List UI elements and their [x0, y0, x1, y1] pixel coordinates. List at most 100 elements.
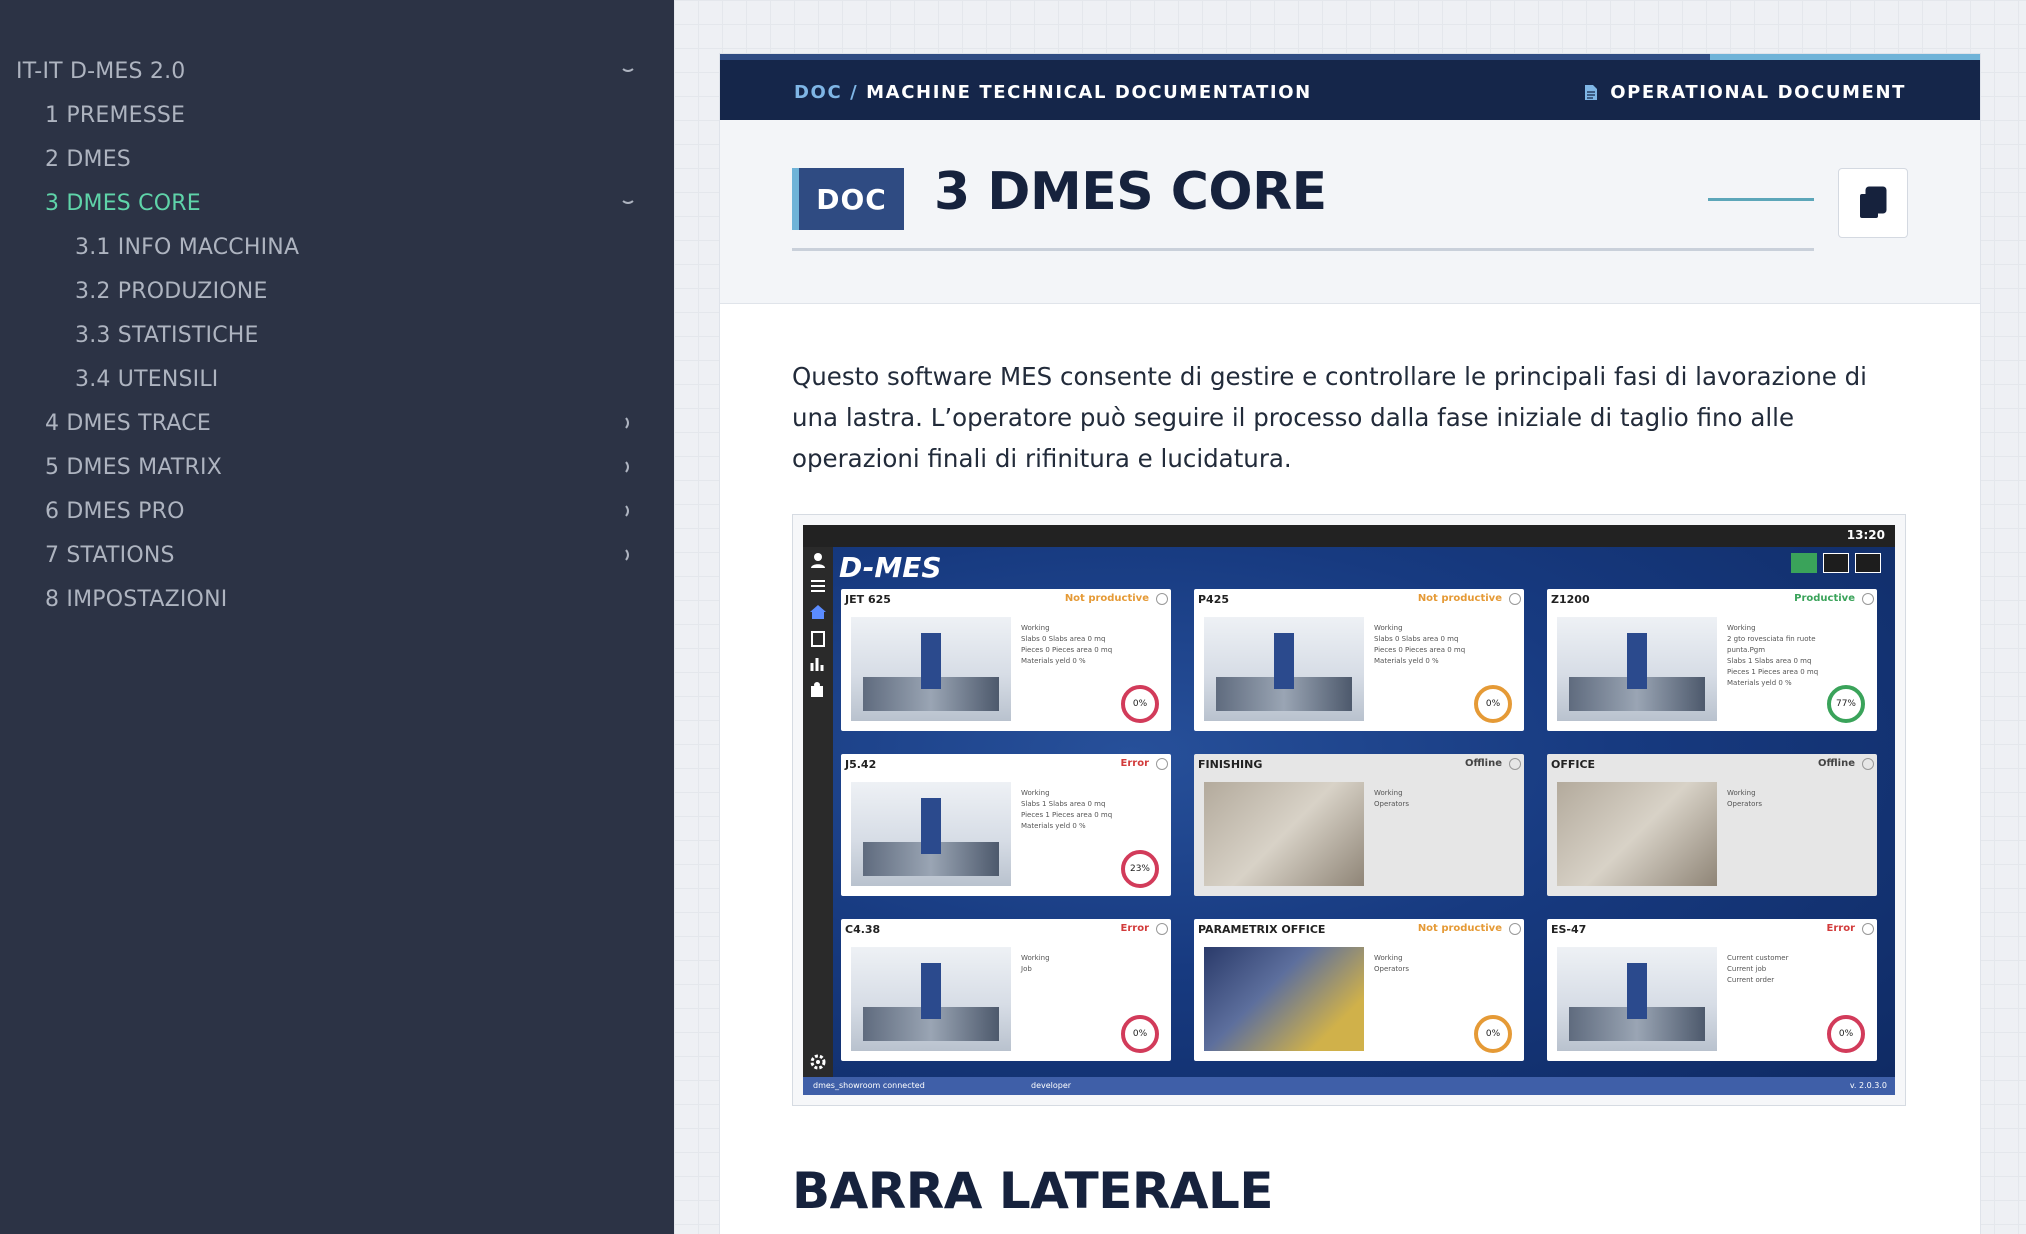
page-title: 3 DMES CORE: [934, 162, 1327, 222]
sidebar-item-12[interactable]: 8 IMPOSTAZIONI: [45, 579, 227, 619]
machine-meta: Working Operators: [1374, 953, 1484, 975]
machine-tile[interactable]: JET 625 Not productive Working Slabs 0 Slab…: [841, 589, 1171, 731]
menu-icon: [811, 580, 825, 592]
info-icon[interactable]: [1862, 923, 1874, 935]
machine-image: [851, 947, 1011, 1051]
title-accent-line: [1708, 198, 1814, 201]
sidebar-item-label: 1 PREMESSE: [45, 102, 186, 128]
machine-meta: Current customer Current job Current order: [1727, 953, 1837, 986]
efficiency-gauge: 0%: [1474, 685, 1512, 723]
efficiency-gauge: 0%: [1121, 685, 1159, 723]
clipboard-icon: [811, 631, 825, 647]
machine-meta: Working Operators: [1374, 788, 1484, 810]
doc-type-text: OPERATIONAL DOCUMENT: [1610, 82, 1906, 103]
machine-meta-line: Working: [1021, 624, 1050, 632]
chevron-down-icon[interactable]: [616, 51, 640, 91]
sidebar-item-2[interactable]: 2 DMES: [45, 139, 131, 179]
info-icon[interactable]: [1509, 758, 1521, 770]
machine-image: [1204, 782, 1364, 886]
machine-meta-line: Materials yeld 0 %: [1727, 679, 1792, 687]
sidebar-item-5[interactable]: 3.2 PRODUZIONE: [75, 271, 268, 311]
machine-image: [1204, 617, 1364, 721]
machine-meta: Working Job: [1021, 953, 1131, 975]
doc-badge: DOC: [792, 168, 904, 230]
sidebar-item-10[interactable]: 6 DMES PRO: [45, 491, 185, 531]
machine-meta-line: Materials yeld 0 %: [1374, 657, 1439, 665]
machine-status: Error: [1120, 758, 1150, 769]
machine-meta-line: Working: [1021, 789, 1050, 797]
app-statusbar: dmes_showroom connected developer v. 2.0…: [803, 1077, 1895, 1095]
sidebar-item-label: IT-IT D-MES 2.0: [16, 58, 186, 84]
machine-meta-line: Working: [1727, 789, 1756, 797]
bar-chart-icon: [810, 658, 824, 671]
machine-image: [1557, 617, 1717, 721]
chevron-right-icon[interactable]: [616, 491, 640, 531]
breadcrumb-doc-link[interactable]: DOC /: [794, 82, 858, 103]
machine-arm: [921, 798, 941, 854]
dmes-app-screenshot: 13:20 D-MES JET 625 Not productive Working…: [803, 525, 1895, 1095]
info-icon[interactable]: [1509, 593, 1521, 605]
info-icon[interactable]: [1862, 758, 1874, 770]
sidebar-item-9[interactable]: 5 DMES MATRIX: [45, 447, 222, 487]
machine-tile[interactable]: OFFICE Offline Working Operators: [1547, 754, 1877, 896]
sidebar-item-label: 3.2 PRODUZIONE: [75, 278, 268, 304]
efficiency-gauge: 0%: [1827, 1015, 1865, 1053]
sidebar-item-label: 8 IMPOSTAZIONI: [45, 586, 228, 612]
copy-view-button[interactable]: [1855, 553, 1881, 573]
machine-status: Not productive: [1417, 593, 1502, 604]
chevron-right-icon[interactable]: [616, 403, 640, 443]
chevron-right-icon[interactable]: [616, 447, 640, 487]
chevron-down-icon[interactable]: [616, 183, 640, 223]
machine-meta-line: Pieces 1 Pieces area 0 mq: [1021, 811, 1113, 819]
machine-meta-line: Materials yeld 0 %: [1021, 657, 1086, 665]
machine-image: [1557, 947, 1717, 1051]
machine-meta-line: Slabs 0 Slabs area 0 mq: [1374, 635, 1459, 643]
info-icon[interactable]: [1156, 923, 1168, 935]
sidebar-item-4[interactable]: 3.1 INFO MACCHINA: [75, 227, 299, 267]
machine-tile[interactable]: PARAMETRIX OFFICE Not productive Working Op…: [1194, 919, 1524, 1061]
sidebar-item-0[interactable]: IT-IT D-MES 2.0: [16, 51, 185, 91]
machine-meta-line: Pieces 0 Pieces area 0 mq: [1374, 646, 1466, 654]
machine-tile[interactable]: C4.38 Error Working Job 0%: [841, 919, 1171, 1061]
machine-tile[interactable]: Z1200 Productive Working 2 gto rovesciata f…: [1547, 589, 1877, 731]
app-toolbar: [1791, 553, 1881, 573]
section-title: BARRA LATERALE: [792, 1162, 1274, 1220]
machine-status: Not productive: [1064, 593, 1149, 604]
sidebar-item-1[interactable]: 1 PREMESSE: [45, 95, 185, 135]
machine-meta-line: Current customer: [1727, 954, 1789, 962]
copy-button[interactable]: [1838, 168, 1908, 238]
machine-name: J5.42: [845, 758, 877, 771]
sidebar-item-label: 2 DMES: [45, 146, 131, 172]
machine-meta-line: Pieces 1 Pieces area 0 mq: [1727, 668, 1819, 676]
info-icon[interactable]: [1509, 923, 1521, 935]
sidebar-item-6[interactable]: 3.3 STATISTICHE: [75, 315, 259, 355]
machine-tile[interactable]: J5.42 Error Working Slabs 1 Slabs area 0 mq…: [841, 754, 1171, 896]
machine-tile[interactable]: FINISHING Offline Working Operators: [1194, 754, 1524, 896]
connection-status: dmes_showroom connected: [813, 1081, 925, 1090]
document-icon: [1585, 85, 1598, 100]
sidebar-item-7[interactable]: 3.4 UTENSILI: [75, 359, 218, 399]
machine-tile[interactable]: P425 Not productive Working Slabs 0 Slabs a…: [1194, 589, 1524, 731]
info-icon[interactable]: [1862, 593, 1874, 605]
chart-button[interactable]: [1823, 553, 1849, 573]
machine-image: [1204, 947, 1364, 1051]
machine-meta-line: Operators: [1374, 800, 1409, 808]
sidebar-item-11[interactable]: 7 STATIONS: [45, 535, 175, 575]
machine-tile[interactable]: ES-47 Error Current customer Current job Cur…: [1547, 919, 1877, 1061]
sidebar-item-label: 4 DMES TRACE: [45, 410, 211, 436]
settings-toggle-button[interactable]: [1791, 553, 1817, 573]
sidebar-item-8[interactable]: 4 DMES TRACE: [45, 403, 211, 443]
machine-meta-line: 2 gto rovesciata fin ruote punta.Pgm: [1727, 635, 1816, 654]
sidebar-item-3[interactable]: 3 DMES CORE: [45, 183, 201, 223]
machine-meta: Working Slabs 0 Slabs area 0 mq Pieces 0 P…: [1021, 623, 1131, 667]
info-icon[interactable]: [1156, 758, 1168, 770]
app-left-rail: [803, 547, 833, 1077]
machine-name: P425: [1198, 593, 1230, 606]
machine-meta-line: Current job: [1727, 965, 1767, 973]
machine-image: [851, 617, 1011, 721]
info-icon[interactable]: [1156, 593, 1168, 605]
topbar-accent: [1710, 54, 1980, 60]
chevron-right-icon[interactable]: [616, 535, 640, 575]
efficiency-gauge: 0%: [1474, 1015, 1512, 1053]
machine-name: C4.38: [845, 923, 881, 936]
